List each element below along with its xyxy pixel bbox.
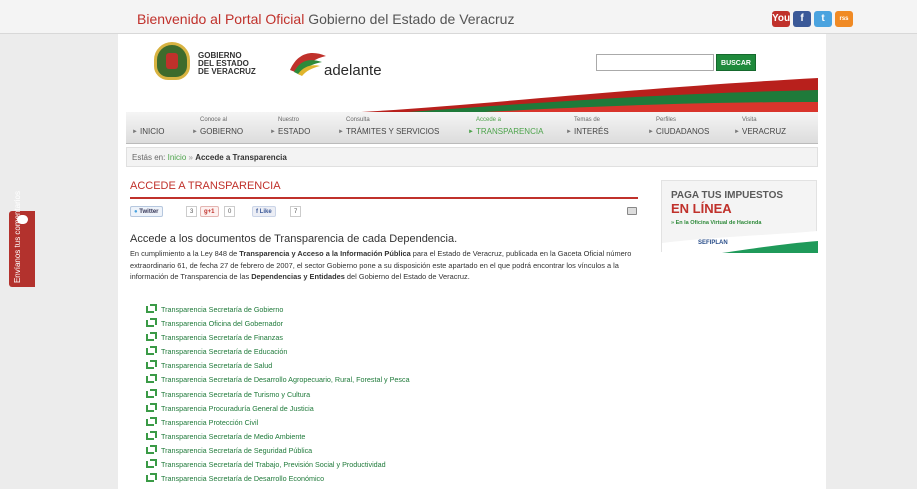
external-link-icon xyxy=(146,430,157,440)
ad-link[interactable]: » En la Oficina Virtual de Hacienda xyxy=(671,220,761,226)
title-divider xyxy=(130,197,638,199)
transparency-link[interactable]: Transparencia Secretaría de Salud xyxy=(146,360,410,374)
nav-item-tramites[interactable]: ► Consulta TRÁMITES Y SERVICIOS xyxy=(338,112,458,144)
transparency-link[interactable]: Transparencia Secretaría de Desarrollo A… xyxy=(146,374,410,388)
header-swoosh-graphic xyxy=(318,78,818,114)
transparency-link[interactable]: Transparencia Secretaría de Medio Ambien… xyxy=(146,430,410,445)
transparency-link[interactable]: Transparencia Procuraduría General de Ju… xyxy=(146,402,410,417)
breadcrumb: Estás en: Inicio » Accede a Transparenci… xyxy=(126,147,818,167)
transparency-link[interactable]: Transparencia Secretaría de Seguridad Pú… xyxy=(146,444,410,459)
rss-icon[interactable]: rss xyxy=(835,11,853,27)
intro-heading: Accede a los documentos de Transparencia… xyxy=(130,233,458,245)
arrow-right-icon: ► xyxy=(648,129,654,135)
nav-item-interes[interactable]: ► Temas de INTERÉS xyxy=(566,112,636,144)
site-header: GOBIERNO DEL ESTADO DE VERACRUZ adelante… xyxy=(118,34,826,114)
transparency-link[interactable]: Transparencia Protección Civil xyxy=(146,416,410,431)
arrow-right-icon: ► xyxy=(192,129,198,135)
arrow-right-icon: ► xyxy=(566,129,572,135)
facebook-like-button[interactable]: f Like xyxy=(252,206,276,217)
like-count: 7 xyxy=(290,206,302,217)
transparency-link[interactable]: Transparencia Secretaría de Turismo y Cu… xyxy=(146,388,410,403)
gplus-button[interactable]: g+1 xyxy=(200,206,219,217)
transparency-link[interactable]: Transparencia Secretaría de Desarrollo E… xyxy=(146,473,410,487)
intro-paragraph: En cumplimiento a la Ley 848 de Transpar… xyxy=(130,249,632,281)
external-link-icon xyxy=(146,318,157,328)
search-input[interactable] xyxy=(596,54,714,71)
page-title: ACCEDE A TRANSPARENCIA xyxy=(130,180,281,192)
tax-payment-banner[interactable]: PAGA TUS IMPUESTOS EN LÍNEA » En la Ofic… xyxy=(661,180,818,253)
nav-item-estado[interactable]: ► Nuestro ESTADO xyxy=(270,112,334,144)
ad-swoosh-graphic xyxy=(662,231,818,253)
external-link-icon xyxy=(146,402,157,412)
feedback-tab[interactable]: Envíanos tus comentarios xyxy=(9,191,35,287)
external-link-icon xyxy=(146,416,157,426)
page-content: GOBIERNO DEL ESTADO DE VERACRUZ adelante… xyxy=(118,34,826,489)
top-bar: Bienvenido al Portal Oficial Gobierno de… xyxy=(0,0,917,34)
twitter-icon[interactable]: t xyxy=(814,11,832,27)
main-navigation: ► INICIO ► Conoce al GOBIERNO ► Nuestro … xyxy=(126,112,818,144)
youtube-icon[interactable]: You xyxy=(772,11,790,27)
breadcrumb-current: Accede a Transparencia xyxy=(195,153,287,162)
gplus-count: 0 xyxy=(224,206,236,217)
transparency-link[interactable]: Transparencia Secretaría de Educación xyxy=(146,346,410,360)
arrow-right-icon: ► xyxy=(132,129,138,135)
welcome-text: Bienvenido al Portal Oficial Gobierno de… xyxy=(137,11,515,27)
twitter-bird-icon: ● xyxy=(134,209,138,215)
nav-item-ciudadanos[interactable]: ► Perfiles CIUDADANOS xyxy=(648,112,728,144)
external-link-icon xyxy=(146,473,157,483)
feedback-tab-label: Envíanos tus comentarios xyxy=(13,190,22,283)
twitter-share-button[interactable]: ● Twitter xyxy=(130,206,163,217)
facebook-icon: f xyxy=(256,209,258,215)
external-link-icon xyxy=(146,388,157,398)
external-link-icon xyxy=(146,332,157,342)
external-link-icon xyxy=(146,346,157,356)
nav-item-veracruz[interactable]: ► Visita VERACRUZ xyxy=(734,112,806,144)
print-icon[interactable] xyxy=(627,207,637,215)
transparency-links-list: Transparencia Secretaría de Gobierno Tra… xyxy=(146,304,410,487)
search-button[interactable]: BUSCAR xyxy=(716,54,756,71)
facebook-icon[interactable]: f xyxy=(793,11,811,27)
nav-item-inicio[interactable]: ► INICIO xyxy=(132,112,194,144)
sefiplan-logo: SEFIPLAN xyxy=(698,240,728,246)
nav-item-transparencia[interactable]: ► Accede a TRANSPARENCIA xyxy=(468,112,562,144)
external-link-icon xyxy=(146,360,157,370)
external-link-icon xyxy=(146,304,157,313)
breadcrumb-home-link[interactable]: Inicio xyxy=(168,153,187,162)
external-link-icon xyxy=(146,374,157,384)
transparency-link[interactable]: Transparencia Oficina del Gobernador xyxy=(146,318,410,332)
transparency-link[interactable]: Transparencia Secretaría de Finanzas xyxy=(146,332,410,346)
arrow-right-icon: ► xyxy=(270,129,276,135)
arrow-right-icon: ► xyxy=(338,129,344,135)
transparency-link[interactable]: Transparencia Secretaría de Gobierno xyxy=(146,304,410,318)
nav-item-gobierno[interactable]: ► Conoce al GOBIERNO xyxy=(192,112,264,144)
external-link-icon xyxy=(146,459,157,469)
external-link-icon xyxy=(146,444,157,454)
arrow-right-icon: ► xyxy=(468,129,474,135)
transparency-link[interactable]: Transparencia Secretaría del Trabajo, Pr… xyxy=(146,459,410,473)
twitter-count: 3 xyxy=(186,206,198,217)
arrow-right-icon: ► xyxy=(734,129,740,135)
